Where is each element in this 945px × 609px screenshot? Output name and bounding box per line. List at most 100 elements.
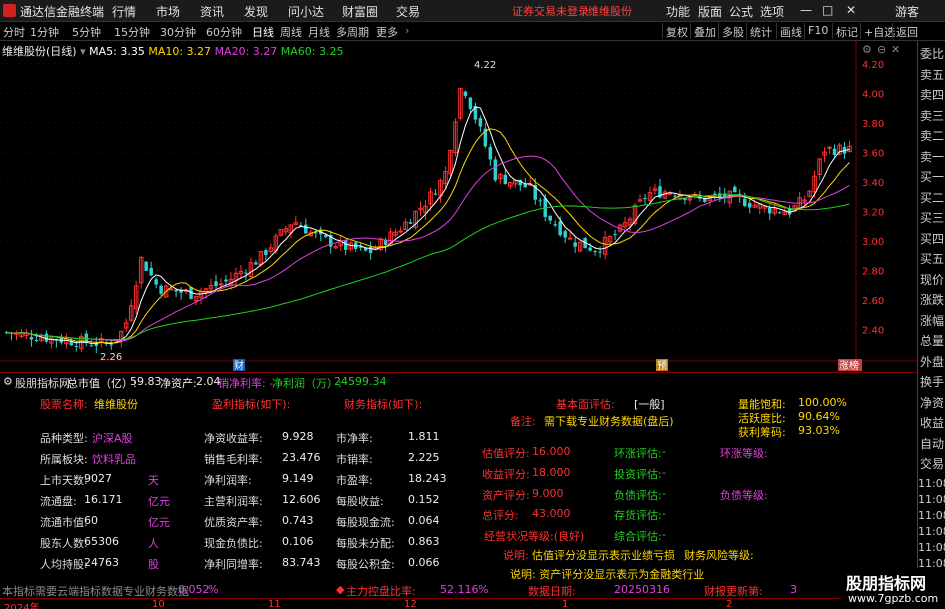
candle-body[interactable] [538, 200, 542, 202]
period-tab-60min[interactable]: 60分钟 [206, 24, 242, 40]
menu-options[interactable]: 选项 [760, 3, 784, 20]
candle-body[interactable] [743, 198, 747, 207]
period-tab-more[interactable]: 更多 [376, 24, 398, 40]
candle-body[interactable] [573, 242, 577, 247]
candle-body[interactable] [159, 285, 163, 294]
menu-formula[interactable]: 公式 [729, 3, 753, 20]
candle-body[interactable] [154, 279, 158, 285]
period-tab-30min[interactable]: 30分钟 [160, 24, 196, 40]
tool-draw[interactable]: 画线 [776, 23, 805, 39]
period-tab-monthly[interactable]: 月线 [308, 24, 330, 40]
candle-body[interactable] [168, 288, 174, 291]
quote-label-19[interactable]: 自动 [920, 435, 944, 452]
candle-body[interactable] [383, 240, 388, 245]
candle-body[interactable] [493, 159, 498, 181]
menu-function[interactable]: 功能 [666, 3, 690, 20]
menu-news[interactable]: 资讯 [200, 3, 224, 20]
candle-body[interactable] [777, 212, 782, 214]
candle-body[interactable] [144, 261, 148, 271]
candle-body[interactable] [244, 272, 248, 274]
app-title: 通达信金融终端 [20, 5, 105, 19]
menu-ask[interactable]: 问小达 [288, 3, 324, 20]
tool-fuquan[interactable]: 复权 [662, 23, 691, 39]
candle-body[interactable] [588, 247, 592, 251]
candle-body[interactable] [563, 231, 567, 238]
candle-body[interactable] [567, 237, 573, 240]
candle-body[interactable] [613, 234, 617, 236]
col4-value-1: 18.000 [532, 466, 571, 479]
candle-body[interactable] [174, 289, 178, 292]
candle-body[interactable] [29, 337, 34, 340]
close-button[interactable]: ✕ [846, 3, 856, 17]
menu-market[interactable]: 行情 [112, 3, 136, 20]
candle-body[interactable] [109, 344, 113, 346]
chart-zoom-out-icon[interactable]: ⊖ [877, 43, 886, 56]
minimize-button[interactable]: — [800, 3, 812, 17]
menu-layout[interactable]: 版面 [698, 3, 722, 20]
candle-body[interactable] [747, 202, 752, 208]
tool-overlay[interactable]: 叠加 [690, 23, 719, 39]
candle-body[interactable] [224, 279, 228, 282]
maximize-button[interactable]: □ [822, 3, 833, 17]
candle-body[interactable] [254, 262, 258, 265]
login-notice[interactable]: 证券交易未登录 [512, 3, 589, 19]
candle-body[interactable] [733, 186, 737, 193]
period-tab-intraday[interactable]: 分时 [3, 24, 25, 40]
trade-time-4: 11:08 [918, 541, 945, 554]
candle-body[interactable] [44, 333, 49, 342]
candle-body[interactable] [478, 118, 483, 127]
col5-value-0: - [662, 445, 666, 458]
candle-body[interactable] [593, 250, 597, 253]
period-tab-weekly[interactable]: 周线 [280, 24, 302, 40]
period-tab-15min[interactable]: 15分钟 [114, 24, 150, 40]
candle-body[interactable] [214, 281, 218, 287]
panel-gear-icon[interactable]: ⚙ [3, 375, 13, 388]
candle-body[interactable] [218, 283, 224, 286]
candle-body[interactable] [463, 91, 468, 97]
quote-label-20[interactable]: 交易 [920, 455, 944, 472]
candle-body[interactable] [368, 246, 373, 253]
candle-body[interactable] [673, 195, 677, 197]
period-tab-multi[interactable]: 多周期 [336, 24, 369, 40]
candle-body[interactable] [89, 345, 94, 347]
menu-discover[interactable]: 发现 [244, 3, 268, 20]
candle-body[interactable] [149, 267, 153, 276]
stock-name-notice: 维维股份 [588, 5, 632, 18]
candle-body[interactable] [503, 174, 508, 185]
menu-wealth[interactable]: 财富圈 [342, 3, 378, 20]
period-tab-5min[interactable]: 5分钟 [72, 24, 101, 40]
menu-trade[interactable]: 交易 [396, 3, 420, 20]
tool-multistock[interactable]: 多股 [718, 23, 747, 39]
candle-body[interactable] [832, 148, 837, 155]
candle-body[interactable] [767, 207, 772, 214]
tool-f10[interactable]: F10 [804, 23, 831, 39]
candle-body[interactable] [468, 97, 473, 109]
candle-body[interactable] [408, 222, 413, 224]
candle-body[interactable] [323, 234, 328, 237]
candle-body[interactable] [34, 340, 39, 342]
candle-body[interactable] [304, 224, 308, 234]
candle-body[interactable] [558, 221, 562, 236]
guest-button[interactable]: 游客 [895, 3, 919, 20]
chart-close-icon[interactable]: ✕ [891, 43, 900, 56]
candle-body[interactable] [358, 246, 363, 248]
more-chevron-icon[interactable]: › [405, 24, 409, 37]
candle-body[interactable] [553, 224, 557, 226]
candle-body[interactable] [598, 251, 602, 253]
kline-chart[interactable]: 4.20 4.00 3.80 3.60 3.40 3.20 3.00 2.80 2.60 2.40… [0, 41, 917, 372]
tool-statistics[interactable]: 统计 [746, 23, 775, 39]
candle-body[interactable] [643, 198, 647, 200]
candle-body[interactable] [264, 250, 268, 255]
candle-body[interactable] [433, 193, 438, 195]
candle-body[interactable] [827, 146, 832, 149]
menu-markets[interactable]: 市场 [156, 3, 180, 20]
period-tab-1min[interactable]: 1分钟 [30, 24, 59, 40]
period-tab-daily[interactable]: 日线 [252, 24, 274, 40]
candle-body[interactable] [74, 346, 79, 348]
legend-dropdown-icon[interactable]: ▾ [80, 45, 86, 58]
tool-mark[interactable]: 标记 [832, 23, 861, 39]
candle-body[interactable] [548, 215, 552, 221]
candle-body[interactable] [488, 146, 493, 160]
chart-settings-gear-icon[interactable]: ⚙ [862, 43, 872, 56]
tool-back[interactable]: 返回 [892, 23, 921, 39]
